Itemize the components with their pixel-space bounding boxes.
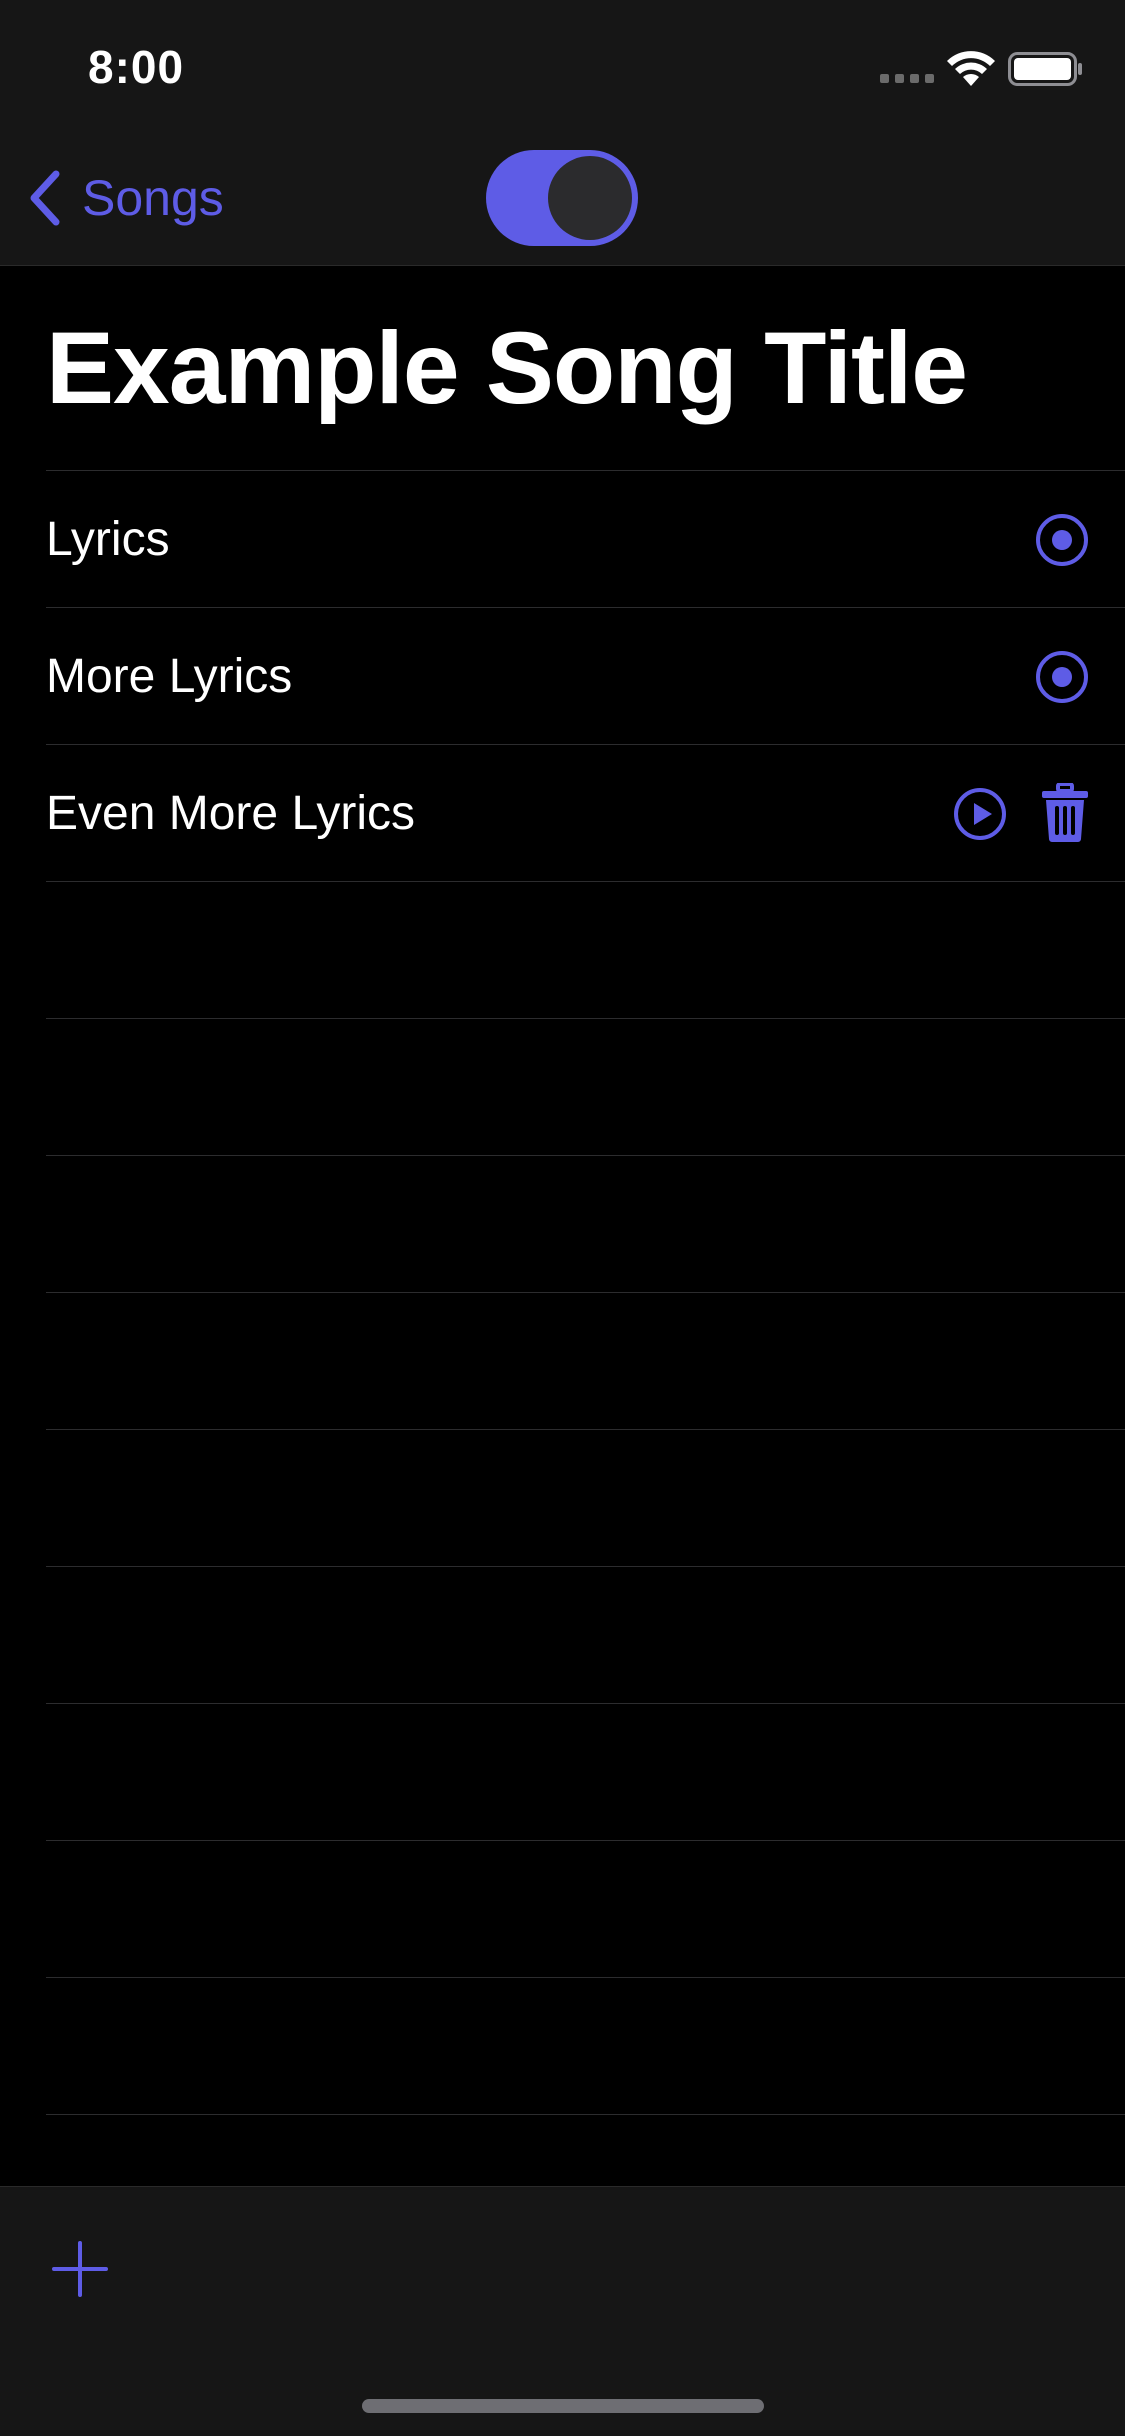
empty-row bbox=[46, 1566, 1125, 1703]
song-detail-screen: 8:00 Songs Example Song Title Lyrics Mor… bbox=[0, 0, 1125, 2436]
toggle-knob bbox=[548, 156, 632, 240]
empty-row bbox=[46, 881, 1125, 1018]
signal-icon bbox=[880, 74, 936, 84]
mode-toggle[interactable] bbox=[486, 150, 638, 246]
empty-row bbox=[46, 1155, 1125, 1292]
radio-selected-icon[interactable] bbox=[1035, 650, 1089, 704]
status-time: 8:00 bbox=[88, 41, 185, 93]
bottom-toolbar bbox=[0, 2186, 1125, 2436]
list-item-label: Lyrics bbox=[46, 513, 170, 566]
list-item[interactable]: Even More Lyrics bbox=[46, 744, 1125, 881]
navigation-bar: Songs bbox=[0, 132, 1125, 266]
empty-row bbox=[46, 1840, 1125, 1977]
wifi-icon bbox=[947, 51, 995, 86]
empty-row-end bbox=[46, 2114, 1125, 2116]
back-button[interactable]: Songs bbox=[24, 166, 224, 230]
list-item-label: Even More Lyrics bbox=[46, 787, 415, 840]
battery-icon bbox=[1008, 52, 1082, 86]
list-item-label: More Lyrics bbox=[46, 650, 293, 703]
radio-selected-icon[interactable] bbox=[1035, 513, 1089, 567]
plus-icon[interactable] bbox=[50, 2239, 110, 2299]
empty-row bbox=[46, 1429, 1125, 1566]
header: 8:00 Songs bbox=[0, 0, 1125, 266]
chevron-left-icon bbox=[30, 170, 60, 226]
list-item[interactable]: Lyrics bbox=[46, 470, 1125, 607]
home-indicator bbox=[362, 2399, 764, 2413]
list-item[interactable]: More Lyrics bbox=[46, 607, 1125, 744]
empty-row bbox=[46, 1018, 1125, 1155]
back-label: Songs bbox=[82, 170, 224, 226]
status-bar: 8:00 bbox=[0, 0, 1125, 132]
empty-row bbox=[46, 1292, 1125, 1429]
play-icon[interactable] bbox=[953, 787, 1007, 841]
trash-icon[interactable] bbox=[1041, 783, 1089, 843]
song-title: Example Song Title bbox=[46, 311, 968, 425]
lyrics-list: Lyrics More Lyrics Even More Lyrics bbox=[0, 470, 1125, 2116]
empty-row bbox=[46, 1977, 1125, 2114]
empty-row bbox=[46, 1703, 1125, 1840]
